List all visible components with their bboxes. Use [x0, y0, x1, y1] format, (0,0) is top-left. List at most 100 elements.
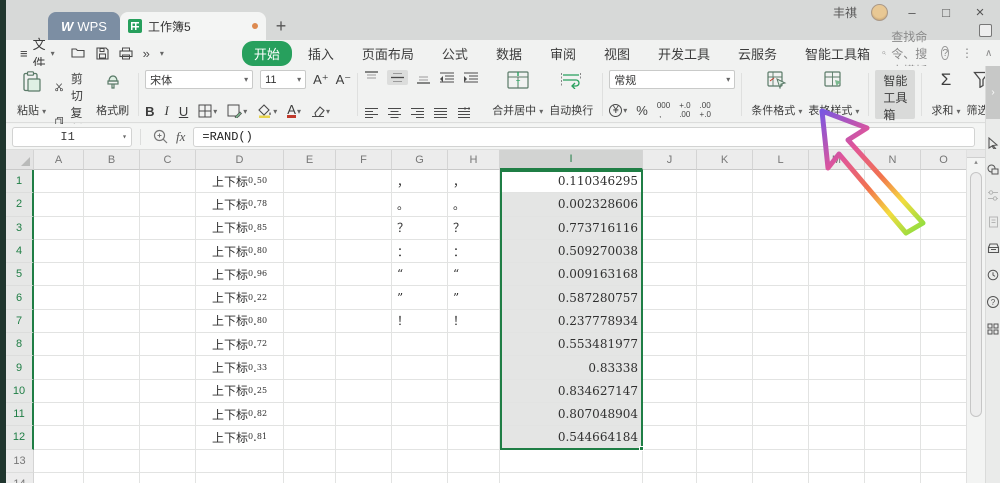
borders-button[interactable]: ▾ — [198, 104, 217, 118]
cell-A13[interactable] — [34, 449, 84, 473]
split-handle[interactable] — [967, 150, 985, 158]
insert-function-fx[interactable]: fx — [176, 129, 185, 145]
cell-A8[interactable] — [34, 333, 84, 357]
cell-F5[interactable] — [336, 263, 392, 287]
align-top-icon[interactable] — [364, 71, 379, 84]
cell-D3[interactable]: 上下标 0. 85 — [196, 216, 284, 240]
cell-I11[interactable]: 0.807048904 — [500, 402, 643, 427]
cell-E3[interactable] — [284, 216, 336, 240]
cell-C4[interactable] — [140, 239, 196, 264]
cell-A3[interactable] — [34, 216, 84, 240]
cell-J1[interactable] — [643, 170, 697, 194]
column-header-C[interactable]: C — [140, 150, 196, 170]
cell-F11[interactable] — [336, 402, 392, 427]
cell-I13[interactable] — [500, 449, 643, 473]
cell-M9[interactable] — [809, 356, 865, 380]
table-style-button[interactable]: 表格样式 ▾ — [805, 70, 862, 119]
ribbon-tab-页面布局[interactable]: 页面布局 — [350, 41, 426, 66]
font-color-button[interactable]: A ▾ — [287, 103, 301, 118]
minimize-button[interactable]: – — [902, 5, 922, 20]
print-icon[interactable] — [119, 47, 133, 60]
cell-B4[interactable] — [84, 239, 140, 264]
cell-F1[interactable] — [336, 170, 392, 194]
row-header-3[interactable]: 3 — [6, 216, 34, 240]
row-header-14[interactable]: 14 — [6, 472, 34, 483]
column-header-M[interactable]: M — [809, 150, 865, 170]
cell-H10[interactable] — [448, 379, 500, 403]
cell-H7[interactable]: ！ — [448, 309, 500, 334]
cell-M10[interactable] — [809, 379, 865, 403]
cell-L14[interactable] — [753, 472, 809, 483]
cell-L5[interactable] — [753, 263, 809, 287]
cell-M2[interactable] — [809, 193, 865, 217]
formula-input[interactable]: =RAND() — [193, 126, 975, 147]
cell-E7[interactable] — [284, 309, 336, 334]
cell-J11[interactable] — [643, 402, 697, 427]
cell-G10[interactable] — [392, 379, 448, 403]
cell-M7[interactable] — [809, 309, 865, 334]
cell-H13[interactable] — [448, 449, 500, 473]
decrease-indent-icon[interactable] — [439, 71, 455, 84]
select-all-corner[interactable] — [6, 150, 34, 170]
adjust-sliders-icon[interactable] — [987, 190, 999, 201]
row-header-8[interactable]: 8 — [6, 333, 34, 357]
cell-D12[interactable]: 上下标 0. 81 — [196, 426, 284, 450]
cell-I9[interactable]: 0.83338 — [500, 356, 643, 380]
cell-H2[interactable]: 。 — [448, 193, 500, 217]
cell-F6[interactable] — [336, 286, 392, 310]
column-header-L[interactable]: L — [753, 150, 809, 170]
cell-A6[interactable] — [34, 286, 84, 310]
underline-button[interactable]: U — [179, 104, 188, 119]
close-button[interactable]: × — [970, 4, 990, 21]
cell-F3[interactable] — [336, 216, 392, 240]
cell-E4[interactable] — [284, 239, 336, 264]
cell-M8[interactable] — [809, 333, 865, 357]
search-function-icon[interactable] — [153, 129, 168, 144]
cell-D13[interactable] — [196, 449, 284, 473]
italic-button[interactable]: I — [164, 103, 168, 119]
cell-O13[interactable] — [921, 450, 966, 473]
apps-grid-icon[interactable] — [987, 323, 999, 335]
cell-B13[interactable] — [84, 449, 140, 473]
cut-button[interactable]: 剪切 — [55, 70, 87, 104]
cell-N7[interactable] — [865, 309, 921, 334]
more-menu-icon[interactable]: ⋮ — [961, 46, 973, 60]
cell-I7[interactable]: 0.237778934 — [500, 309, 643, 334]
cell-M5[interactable] — [809, 263, 865, 287]
row-header-9[interactable]: 9 — [6, 356, 34, 380]
cell-E14[interactable] — [284, 472, 336, 483]
row-header-2[interactable]: 2 — [6, 193, 34, 217]
cell-O7[interactable] — [921, 310, 966, 334]
cell-E9[interactable] — [284, 356, 336, 380]
sum-button[interactable]: Σ 求和 ▾ — [928, 70, 963, 119]
inbox-icon[interactable] — [987, 243, 1000, 254]
align-center-icon[interactable] — [387, 107, 402, 119]
cell-K2[interactable] — [697, 193, 753, 217]
cell-B6[interactable] — [84, 286, 140, 310]
cell-E10[interactable] — [284, 379, 336, 403]
cell-K7[interactable] — [697, 309, 753, 334]
cell-I10[interactable]: 0.834627147 — [500, 379, 643, 403]
cell-L8[interactable] — [753, 333, 809, 357]
cell-E2[interactable] — [284, 193, 336, 217]
wrap-text-button[interactable]: 自动换行 — [546, 70, 596, 119]
cell-L10[interactable] — [753, 379, 809, 403]
cell-L9[interactable] — [753, 356, 809, 380]
vertical-scrollbar[interactable]: ▴ — [966, 150, 985, 483]
cell-E5[interactable] — [284, 263, 336, 287]
cell-O4[interactable] — [921, 240, 966, 264]
align-middle-button-selected[interactable] — [387, 70, 409, 85]
cell-C7[interactable] — [140, 309, 196, 334]
row-header-1[interactable]: 1 — [6, 170, 34, 194]
avatar[interactable] — [871, 4, 888, 21]
cell-E1[interactable] — [284, 170, 336, 194]
cell-N14[interactable] — [865, 472, 921, 483]
history-clock-icon[interactable] — [987, 269, 999, 281]
percent-format-button[interactable]: % — [636, 103, 648, 118]
cell-F9[interactable] — [336, 356, 392, 380]
column-header-F[interactable]: F — [336, 150, 392, 170]
cell-I12[interactable]: 0.544664184 — [500, 426, 643, 450]
cell-I6[interactable]: 0.587280757 — [500, 286, 643, 310]
cell-G1[interactable]: ， — [392, 170, 448, 194]
cell-H1[interactable]: ， — [448, 170, 500, 194]
